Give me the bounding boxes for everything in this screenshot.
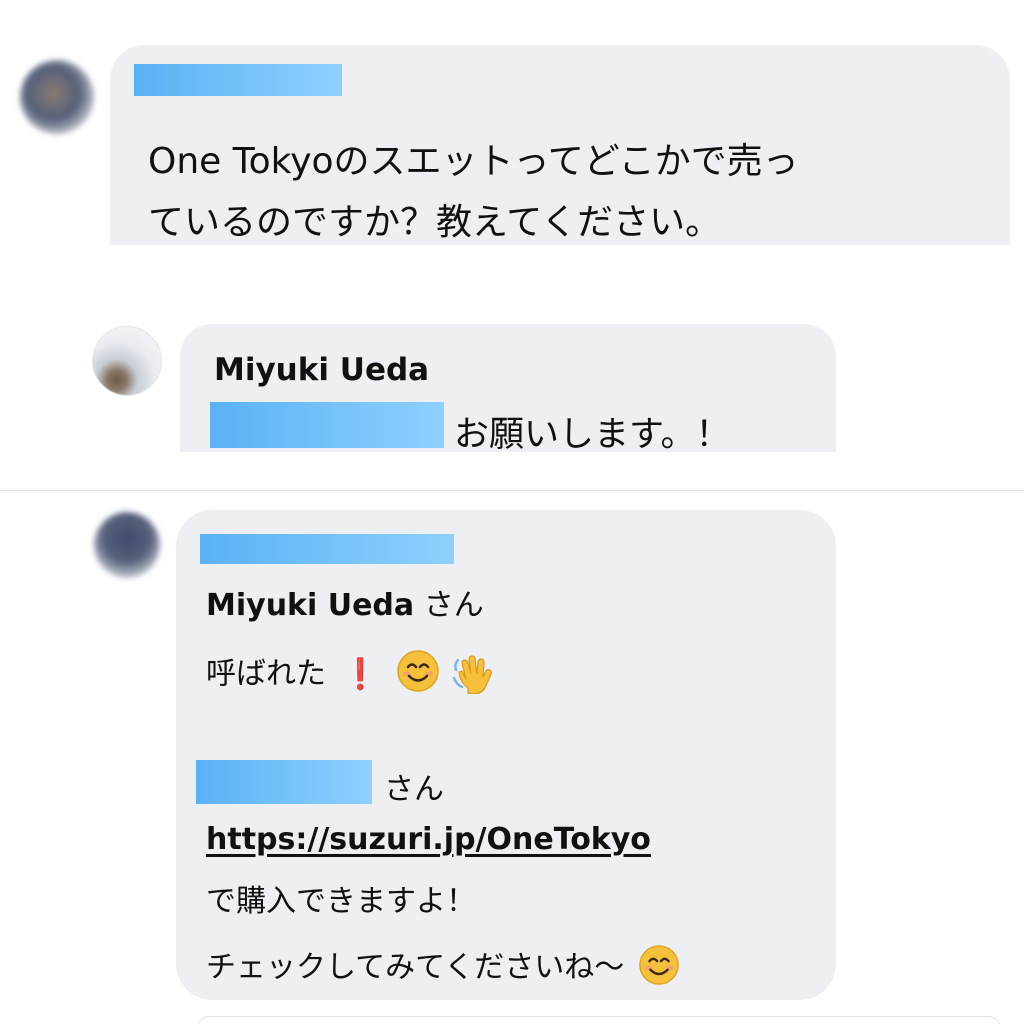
buy-text: で購入できますよ！	[206, 884, 476, 919]
called-text: 呼ばれた	[206, 656, 326, 692]
comment-text-line-2: ているのですか？教えてください。	[148, 202, 722, 243]
exclamation-icon: ❗	[341, 656, 379, 692]
comment-author-name[interactable]: Miyuki Ueda	[214, 352, 429, 388]
mention-miyuki-ueda[interactable]: Miyuki Ueda	[206, 588, 414, 623]
called-line: 呼ばれた ❗	[206, 648, 496, 702]
comment-reply-text: お願いします。！	[454, 415, 731, 452]
miyuki-ueda-avatar[interactable]	[92, 326, 162, 396]
suzuri-link[interactable]: https://suzuri.jp/OneTokyo	[206, 822, 651, 857]
comment-panel-1: One Tokyoのスエットってどこかで売っ ているのですか？教えてください。	[0, 0, 1024, 245]
check-line: チェックしてみてくださいね〜	[206, 942, 680, 994]
redacted-commenter-name	[134, 64, 342, 96]
check-text: チェックしてみてくださいね〜	[206, 950, 625, 985]
comment-panel-2: Miyuki Ueda お願いします。！	[62, 306, 962, 452]
redacted-second-mention	[196, 760, 372, 804]
comment-text-line-1: One Tokyoのスエットってどこかで売っ	[148, 141, 799, 182]
smiling-face-icon	[396, 649, 440, 701]
link-line: https://suzuri.jp/OneTokyo	[206, 822, 651, 857]
mention-line: Miyuki Ueda さん	[206, 580, 484, 624]
redacted-replier-name	[200, 534, 454, 564]
second-mention-suffix: さん	[384, 772, 444, 807]
smiling-face-icon	[638, 944, 680, 994]
replier-avatar[interactable]	[94, 512, 160, 578]
waving-hand-icon	[450, 648, 496, 702]
redacted-mention	[210, 402, 444, 448]
comment-panel-3: Miyuki Ueda さん 呼ばれた ❗ さん https://suzuri.…	[0, 490, 1024, 1024]
commenter-avatar[interactable]	[20, 60, 94, 134]
mention-suffix: さん	[414, 588, 484, 623]
next-comment-edge	[196, 1016, 1002, 1024]
panel-divider	[0, 490, 1024, 491]
